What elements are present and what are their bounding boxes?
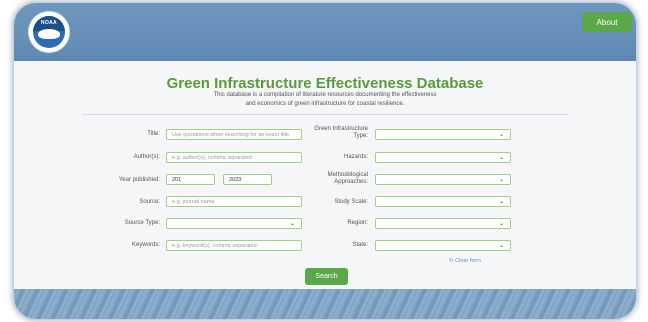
region-label: Region: xyxy=(347,220,368,226)
year-from-input[interactable]: 201 xyxy=(166,174,215,185)
methods-label-line1: Methodological xyxy=(327,172,368,178)
keywords-input[interactable]: e.g. keyword(s), comma separated xyxy=(166,240,302,251)
noaa-logo[interactable]: NOAA xyxy=(28,11,70,53)
logo-text: NOAA xyxy=(41,20,57,26)
authors-input[interactable]: e.g. author(s), comma separated xyxy=(166,152,302,163)
source-type-label: Source Type: xyxy=(124,220,160,226)
methods-select[interactable]: ⌄ xyxy=(375,174,511,185)
keywords-label: Keywords: xyxy=(131,242,160,248)
source-input[interactable]: e.g. journal name xyxy=(166,196,302,207)
year-to-input[interactable]: 2023 xyxy=(223,174,272,185)
clear-form-link[interactable]: ↻ Clear form xyxy=(449,258,481,264)
about-button[interactable]: About xyxy=(582,12,632,32)
state-label: State: xyxy=(352,242,368,248)
header: NOAA About xyxy=(14,3,636,61)
gi-type-select[interactable]: ⌄ xyxy=(375,129,511,140)
source-label: Source: xyxy=(139,199,160,205)
app-window: NOAA About Green Infrastructure Effectiv… xyxy=(14,3,636,319)
gi-type-label-line2: Type: xyxy=(353,133,368,139)
clear-form-label: Clear form xyxy=(455,258,481,264)
search-button[interactable]: Search xyxy=(305,268,348,285)
hazards-select[interactable]: ⌄ xyxy=(375,152,511,163)
chevron-down-icon: ⌄ xyxy=(498,243,504,249)
chevron-down-icon: ⌄ xyxy=(498,155,504,161)
noaa-logo-emblem: NOAA xyxy=(33,16,65,48)
source-type-select[interactable]: ⌄ xyxy=(166,218,302,229)
refresh-icon: ↻ xyxy=(449,258,454,264)
page-subtitle-line2: and economics of green infrastructure fo… xyxy=(245,101,405,107)
methods-label-line2: Approaches: xyxy=(334,179,368,185)
footer-banner xyxy=(14,289,636,319)
page-title: Green Infrastructure Effectiveness Datab… xyxy=(166,75,484,92)
study-scale-label: Study Scale: xyxy=(334,199,368,205)
gi-type-label: Green Infrastructure Type: xyxy=(308,126,368,140)
main-content: Green Infrastructure Effectiveness Datab… xyxy=(14,61,636,289)
hazards-label: Hazards: xyxy=(343,154,368,160)
gi-type-label-line1: Green Infrastructure xyxy=(314,126,368,132)
chevron-down-icon: ⌄ xyxy=(498,199,504,205)
title-input[interactable]: Use quotations when searching for an exa… xyxy=(166,129,302,140)
page-subtitle-line1: This database is a compilation of litera… xyxy=(213,92,437,98)
logo-bird-icon xyxy=(38,29,60,39)
state-select[interactable]: ⌄ xyxy=(375,240,511,251)
chevron-down-icon: ⌄ xyxy=(289,221,295,227)
chevron-down-icon: ⌄ xyxy=(498,221,504,227)
authors-label: Author(s): xyxy=(133,154,160,160)
study-scale-select[interactable]: ⌄ xyxy=(375,196,511,207)
year-label: Year published: xyxy=(118,177,160,183)
divider xyxy=(82,114,568,115)
region-select[interactable]: ⌄ xyxy=(375,218,511,229)
chevron-down-icon: ⌄ xyxy=(498,177,504,183)
title-label: Title: xyxy=(147,131,160,137)
chevron-down-icon: ⌄ xyxy=(498,132,504,138)
methods-label: Methodological Approaches: xyxy=(308,172,368,186)
